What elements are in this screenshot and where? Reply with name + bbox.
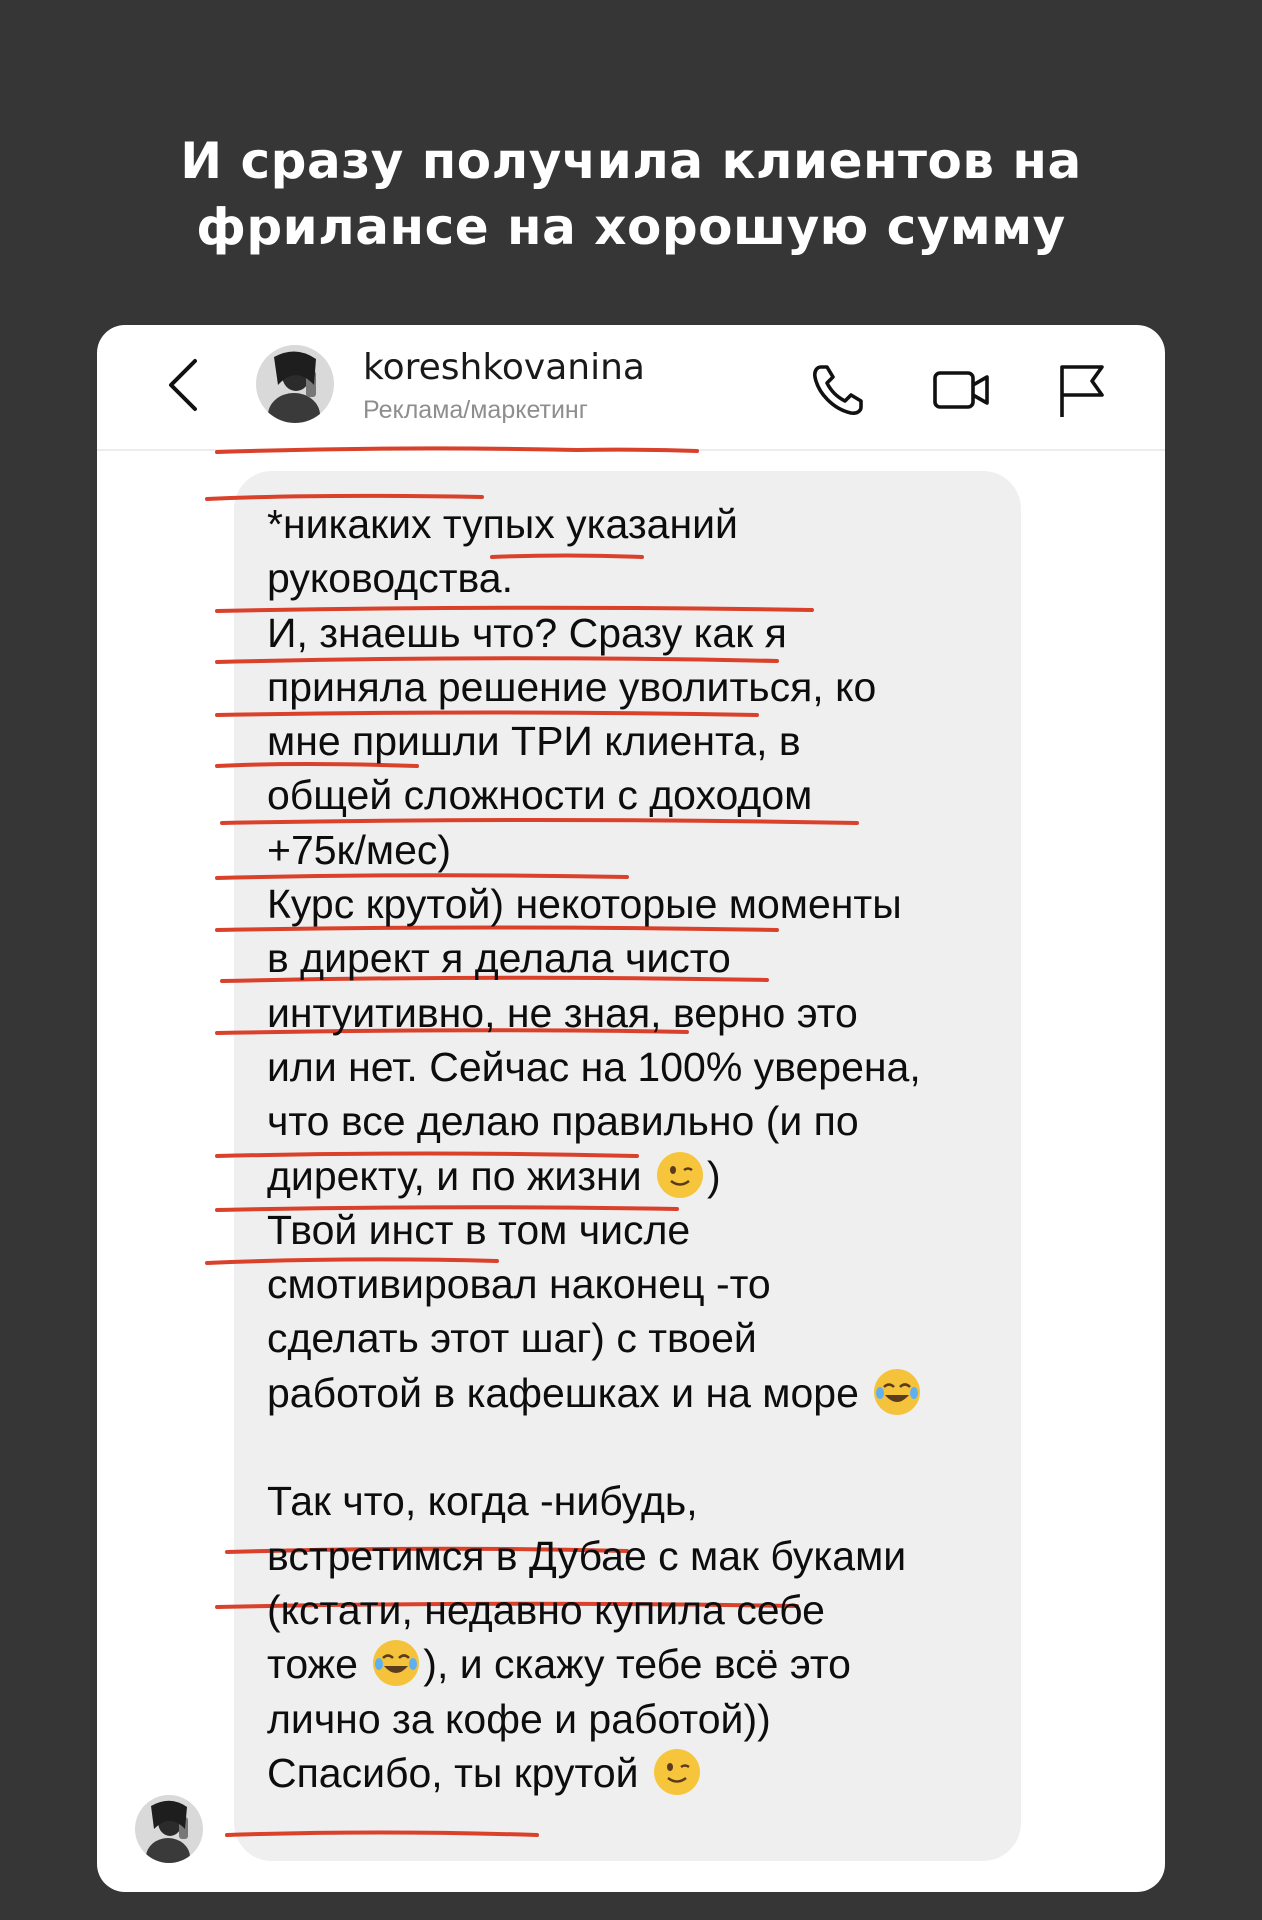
message-line-with-emoji: Спасибо, ты крутой	[267, 1746, 1027, 1800]
message-line: приняла решение уволиться, ко	[267, 663, 877, 710]
message-line: Курс крутой) некоторые моменты	[267, 881, 902, 928]
winking-face-icon	[657, 1151, 704, 1198]
headline: И сразу получила клиентов на фрилансе на…	[0, 128, 1262, 260]
message-line: руководства.	[267, 555, 513, 602]
message-fragment: тоже	[267, 1641, 358, 1688]
message-line: *никаких тупых указаний	[267, 501, 738, 547]
message-line: сделать этот шаг) с твоей	[267, 1315, 757, 1362]
message-line: И, знаешь что? Сразу как я	[267, 609, 787, 656]
message-line-with-emoji: тоже ), и скажу тебе всё это	[267, 1637, 1027, 1691]
message-text: *никаких тупых указаний руководства. И, …	[267, 497, 1027, 1800]
chat-user-subtitle: Реклама/маркетинг	[363, 396, 588, 424]
winking-face-icon	[653, 1748, 700, 1795]
message-line: общей сложности с доходом	[267, 772, 813, 819]
tears-of-joy-face-icon	[373, 1640, 420, 1687]
message-line-with-emoji: директу, и по жизни )	[267, 1149, 1027, 1203]
message-fragment: )	[707, 1152, 721, 1199]
message-line: лично за кофе и работой))	[267, 1695, 771, 1742]
message-fragment: директу, и по жизни	[267, 1152, 642, 1199]
avatar[interactable]	[256, 345, 334, 423]
flag-icon[interactable]	[1052, 359, 1114, 421]
chat-username[interactable]: koreshkovanina	[363, 347, 645, 388]
headline-line-2: фрилансе на хорошую сумму	[196, 198, 1066, 256]
message-line: +75к/мес)	[267, 826, 452, 873]
message-line: интуитивно, не зная, верно это	[267, 989, 858, 1036]
back-chevron-icon[interactable]	[163, 355, 203, 415]
message-line: смотивировал наконец -то	[267, 1261, 771, 1308]
message-line: Твой инст в том числе	[267, 1206, 691, 1253]
message-fragment: ), и скажу тебе всё это	[423, 1641, 851, 1688]
chat-screenshot-card: koreshkovanina Реклама/маркетинг *никаки…	[97, 325, 1165, 1892]
message-line: в директ я делала чисто	[267, 935, 731, 982]
message-sender-avatar[interactable]	[135, 1795, 203, 1863]
message-fragment: работой в кафешках и на море	[267, 1369, 859, 1416]
message-line: или нет. Сейчас на 100% уверена,	[267, 1043, 921, 1090]
message-fragment: Спасибо, ты крутой	[267, 1749, 639, 1796]
chat-header: koreshkovanina Реклама/маркетинг	[97, 325, 1165, 451]
message-line: мне пришли ТРИ клиента, в	[267, 718, 801, 765]
message-line: что все делаю правильно (и по	[267, 1098, 859, 1145]
headline-line-1: И сразу получила клиентов на	[180, 132, 1082, 190]
message-line-with-emoji: работой в кафешках и на море	[267, 1366, 1027, 1420]
message-line: встретимся в Дубае с мак буками	[267, 1532, 907, 1579]
message-line: Так что, когда -нибудь,	[267, 1478, 698, 1525]
message-line: (кстати, недавно купила себе	[267, 1586, 825, 1633]
video-camera-icon[interactable]	[930, 359, 992, 421]
tears-of-joy-face-icon	[874, 1368, 921, 1415]
phone-icon[interactable]	[807, 359, 869, 421]
